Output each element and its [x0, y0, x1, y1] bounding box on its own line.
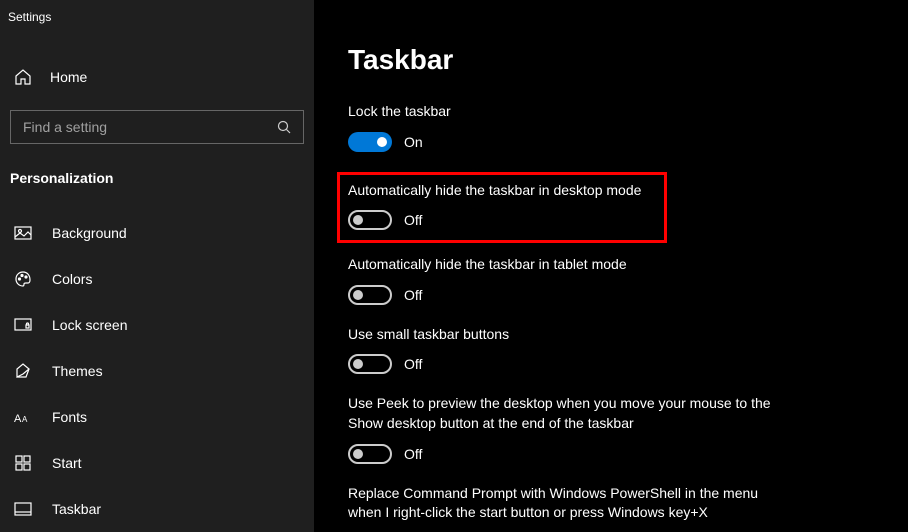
- search-icon: [277, 120, 291, 134]
- svg-text:A: A: [14, 413, 22, 424]
- nav-label: Themes: [52, 363, 103, 379]
- setting-label: Replace Command Prompt with Windows Powe…: [348, 484, 788, 523]
- nav-label: Taskbar: [52, 501, 101, 517]
- search-box[interactable]: [10, 110, 304, 144]
- themes-icon: [14, 362, 32, 380]
- setting-label: Lock the taskbar: [348, 102, 788, 122]
- lock-screen-icon: [14, 316, 32, 334]
- home-label: Home: [50, 69, 87, 85]
- search-container: [10, 110, 304, 144]
- nav-label: Colors: [52, 271, 92, 287]
- toggle-auto-hide-tablet[interactable]: [348, 285, 392, 305]
- sidebar-item-fonts[interactable]: A A Fonts: [0, 394, 314, 440]
- app-title: Settings: [0, 0, 314, 32]
- sidebar-item-home[interactable]: Home: [0, 56, 314, 98]
- main-content: Taskbar Lock the taskbar On Automaticall…: [314, 0, 908, 532]
- sidebar-item-start[interactable]: Start: [0, 440, 314, 486]
- toggle-lock-taskbar[interactable]: [348, 132, 392, 152]
- setting-label: Use small taskbar buttons: [348, 325, 788, 345]
- toggle-state: On: [404, 134, 423, 150]
- nav-label: Background: [52, 225, 127, 241]
- nav-label: Fonts: [52, 409, 87, 425]
- setting-powershell: Replace Command Prompt with Windows Powe…: [348, 484, 874, 532]
- sidebar: Settings Home Personalization: [0, 0, 314, 532]
- toggle-state: Off: [404, 287, 422, 303]
- toggle-state: Off: [404, 446, 422, 462]
- sidebar-item-themes[interactable]: Themes: [0, 348, 314, 394]
- setting-label: Automatically hide the taskbar in tablet…: [348, 255, 788, 275]
- nav-label: Start: [52, 455, 82, 471]
- taskbar-icon: [14, 500, 32, 518]
- page-title: Taskbar: [348, 44, 874, 76]
- start-icon: [14, 454, 32, 472]
- home-icon: [14, 68, 32, 86]
- toggle-small-buttons[interactable]: [348, 354, 392, 374]
- nav-label: Lock screen: [52, 317, 127, 333]
- setting-peek: Use Peek to preview the desktop when you…: [348, 394, 874, 463]
- sidebar-item-taskbar[interactable]: Taskbar: [0, 486, 314, 532]
- svg-text:A: A: [22, 415, 28, 424]
- toggle-peek[interactable]: [348, 444, 392, 464]
- setting-auto-hide-tablet: Automatically hide the taskbar in tablet…: [348, 255, 874, 305]
- toggle-state: Off: [404, 212, 422, 228]
- setting-label: Automatically hide the taskbar in deskto…: [348, 181, 656, 201]
- setting-auto-hide-desktop-highlight: Automatically hide the taskbar in deskto…: [337, 172, 667, 244]
- setting-small-buttons: Use small taskbar buttons Off: [348, 325, 874, 375]
- search-input[interactable]: [11, 111, 303, 143]
- picture-icon: [14, 224, 32, 242]
- setting-lock-taskbar: Lock the taskbar On: [348, 102, 874, 152]
- toggle-state: Off: [404, 356, 422, 372]
- toggle-auto-hide-desktop[interactable]: [348, 210, 392, 230]
- setting-label: Use Peek to preview the desktop when you…: [348, 394, 788, 433]
- fonts-icon: A A: [14, 408, 32, 426]
- palette-icon: [14, 270, 32, 288]
- sidebar-item-background[interactable]: Background: [0, 210, 314, 256]
- sidebar-item-colors[interactable]: Colors: [0, 256, 314, 302]
- category-header: Personalization: [0, 170, 314, 186]
- sidebar-item-lock-screen[interactable]: Lock screen: [0, 302, 314, 348]
